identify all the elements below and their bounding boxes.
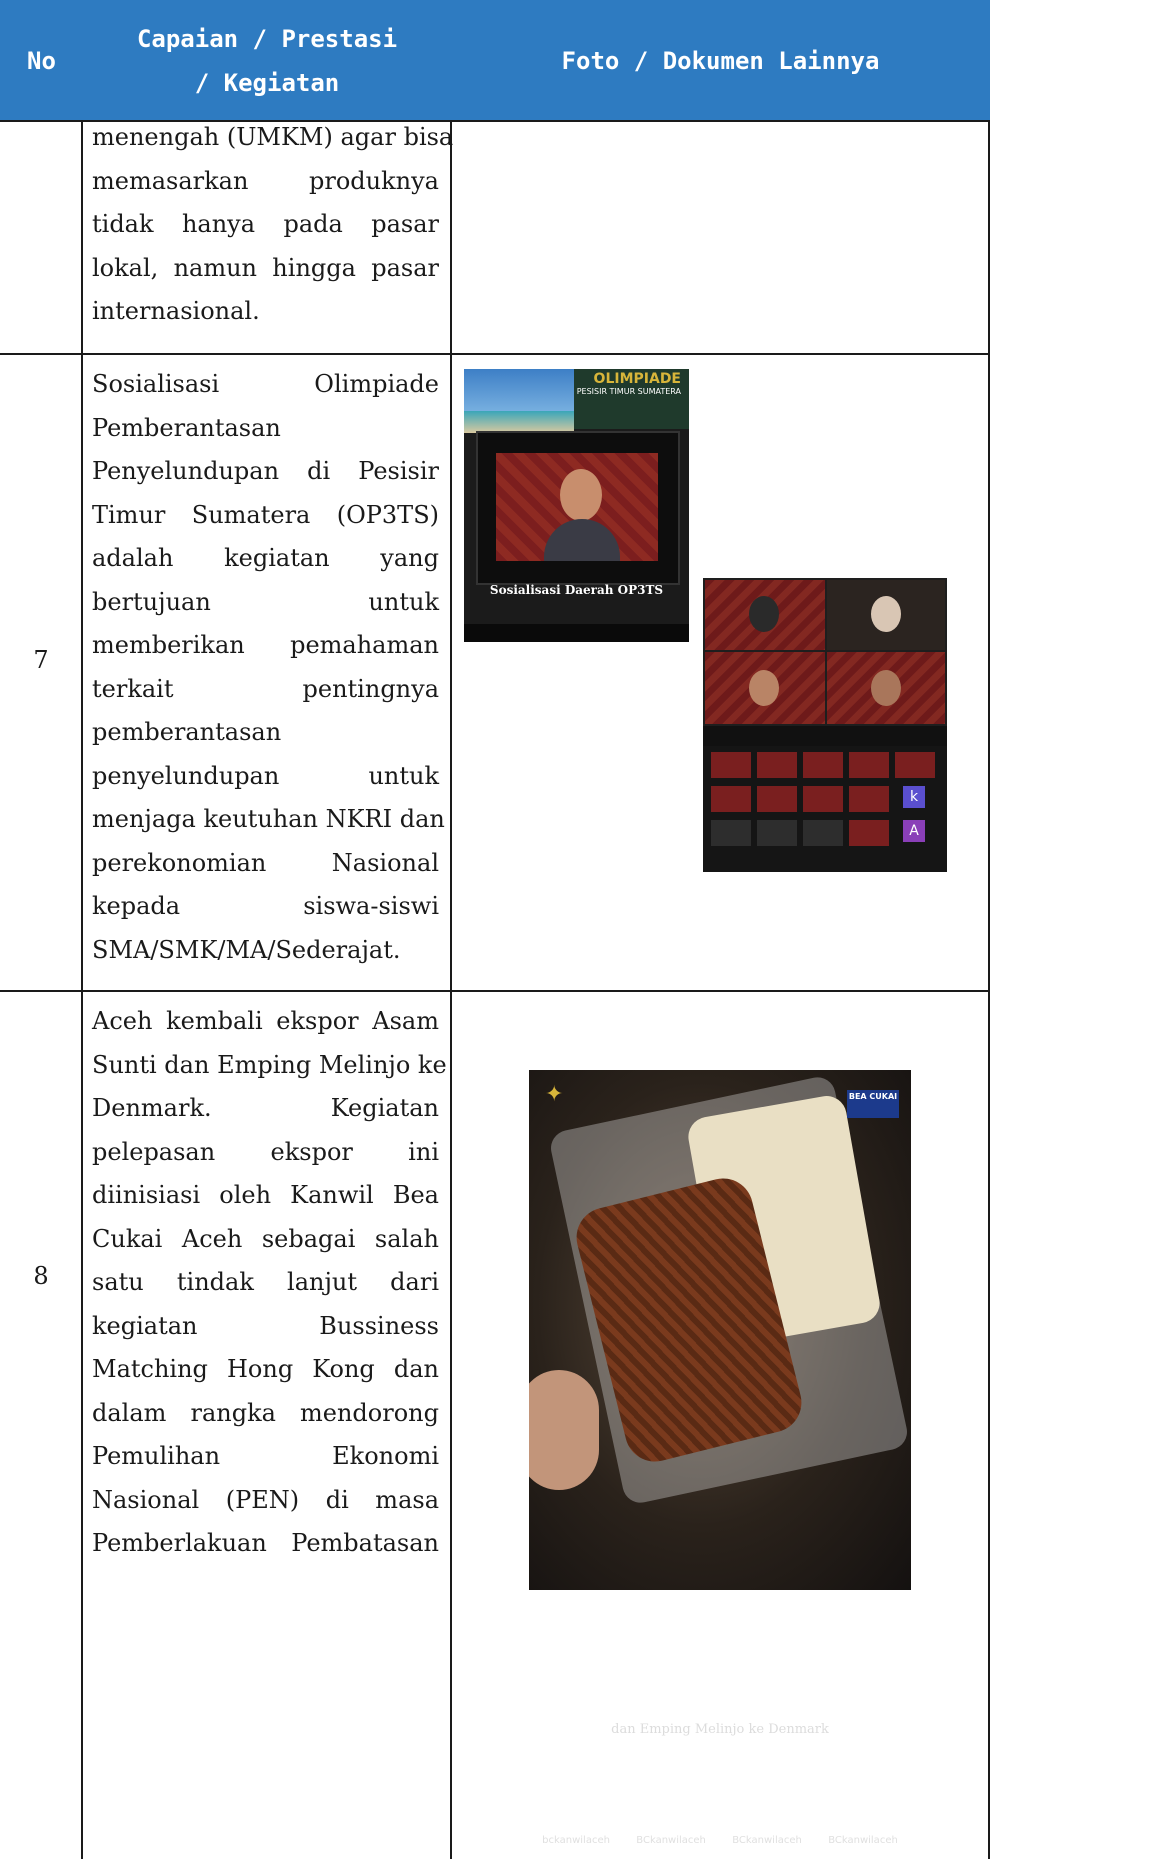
header-capaian-label: Capaian / Prestasi / Kegiatan [136,25,398,97]
text-line: memasarkan produknya [92,166,439,195]
grid-tile [849,752,889,778]
participant-head [749,596,779,632]
row-7-text: Sosialisasi Olimpiade Pemberantasan Peny… [92,363,445,972]
participant-head [871,670,901,706]
text-line: Pemulihan Ekonomi [92,1442,439,1470]
grid-tile [757,786,797,812]
grid-tile [895,752,935,778]
export-poster-photo: ✦ BEA CUKAI [529,1070,911,1590]
poster-social-footer: bckanwilaceh BCkanwilaceh BCkanwilaceh B… [529,1825,911,1855]
participant-head [871,596,901,632]
header-no-label: No [27,47,56,75]
text-line: bertujuan untuk [92,587,439,616]
header-no: No [0,0,83,122]
text-line: menengah (UMKM) agar bisa [92,123,454,151]
slide-subtitle: PESISIR TIMUR SUMATERA [576,387,681,396]
grid-tile [803,786,843,812]
row-continuation-text: menengah (UMKM) agar bisa memasarkan pro… [92,116,454,334]
text-line: Cukai Aceh sebagai salah [92,1224,439,1253]
grid-tile [849,820,889,846]
avatar-tile: k [903,786,925,808]
speaker-face [560,469,602,521]
text-line: adalah kegiatan yang [92,544,439,572]
text-line: lokal, namun hingga pasar [92,253,439,282]
row-number: 7 [33,646,49,674]
zoom-gallery-photo: k A [703,578,947,872]
text-line: Denmark. Kegiatan [92,1094,439,1122]
text-line: internasional. [92,297,260,325]
poster-caption-main: Aceh Kembali Ekspor Asam Sunti [592,1701,848,1719]
column-divider [988,120,990,1859]
row-divider [0,353,990,355]
participant-head [749,670,779,706]
text-line: kegiatan Bussiness [92,1311,439,1340]
text-line: pemberantasan [92,718,282,746]
text-line: penyelundupan untuk [92,761,439,790]
text-line: terkait pentingnya [92,674,439,703]
row-8-text: Aceh kembali ekspor Asam Sunti dan Empin… [92,1000,447,1566]
text-line: diinisiasi oleh Kanwil Bea [92,1181,439,1209]
participant-grid: k A [703,746,947,872]
column-divider [81,120,83,1859]
text-line: tidak hanya pada pasar [92,210,439,238]
slide-title: OLIMPIADE [593,371,681,387]
avatar-tile: A [903,820,925,842]
grid-tile [711,786,751,812]
text-line: pelepasan ekspor ini [92,1137,439,1166]
grid-tile [757,752,797,778]
beach-shore [464,411,574,433]
text-line: kepada siswa-siswi [92,892,439,920]
meeting-toolbar [703,726,947,746]
text-line: Pemberlakuan Pembatasan [92,1529,439,1557]
text-line: SMA/SMK/MA/Sederajat. [92,935,401,964]
text-line: memberikan pemahaman [92,631,439,659]
header-foto-label: Foto / Dokumen Lainnya [561,47,880,75]
text-line: satu tindak lanjut dari [92,1268,439,1296]
header-foto: Foto / Dokumen Lainnya [451,0,990,122]
grid-tile [803,820,843,846]
instagram-handle: bckanwilaceh [542,1834,610,1846]
text-line: perekonomian Nasional [92,848,439,877]
slide-footer [464,624,689,642]
row-divider [0,990,990,992]
text-line: Penyelundupan di Pesisir [92,457,439,485]
grid-tile [711,820,751,846]
grid-tile [711,752,751,778]
text-line: Pemberantasan [92,413,281,442]
grid-tile [757,820,797,846]
slide-caption: Sosialisasi Daerah OP3TS [489,583,664,597]
twitter-handle: BCkanwilaceh [732,1834,802,1846]
youtube-handle: BCkanwilaceh [828,1834,898,1846]
row-number: 8 [33,1262,49,1290]
text-line: Timur Sumatera (OP3TS) [92,500,439,529]
text-line: menjaga keutuhan NKRI dan [92,805,445,833]
op3ts-slide-photo: OLIMPIADE PESISIR TIMUR SUMATERA Sosiali… [464,369,689,642]
column-divider [450,120,452,1859]
header-capaian: Capaian / Prestasi / Kegiatan [83,0,451,122]
grid-tile [849,786,889,812]
text-line: Sosialisasi Olimpiade [92,370,439,398]
text-line: dalam rangka mendorong [92,1398,439,1427]
facebook-handle: BCkanwilaceh [636,1834,706,1846]
text-line: Matching Hong Kong dan [92,1355,439,1383]
text-line: Nasional (PEN) di masa [92,1485,439,1514]
text-line: Aceh kembali ekspor Asam [92,1007,439,1035]
text-line: Sunti dan Emping Melinjo ke [92,1050,447,1079]
poster-caption-sub: dan Emping Melinjo ke Denmark [611,1722,829,1737]
grid-tile [803,752,843,778]
